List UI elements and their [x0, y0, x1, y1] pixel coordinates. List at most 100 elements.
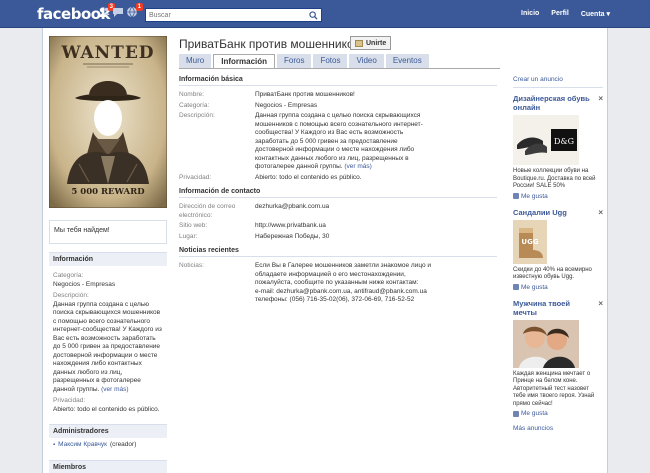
- info-row-news: Noticias: Если Вы в Галерее мошенников з…: [179, 262, 497, 305]
- left-desc-text: Данная группа создана с целью поиска скр…: [53, 300, 162, 393]
- website-label: Sitio web:: [179, 222, 208, 229]
- description-text: Данная группа создана с целью поиска скр…: [255, 112, 423, 170]
- privacy-label: Privacidad:: [179, 173, 212, 181]
- left-privacy-label: Privacidad:: [53, 397, 86, 404]
- description-see-more-link[interactable]: (ver más): [344, 163, 371, 170]
- friend-requests-icon[interactable]: 3: [98, 3, 115, 18]
- like-thumb-icon: [513, 284, 519, 290]
- ad-like-button[interactable]: Me gusta: [513, 410, 603, 417]
- left-info-heading: Información: [49, 252, 167, 266]
- ad-title-link[interactable]: Мужчина твоей мечты: [513, 299, 603, 317]
- admin-name-link[interactable]: Максим Кравчук: [58, 441, 107, 450]
- left-info-section: Información Categoría: Negocios - Empres…: [49, 252, 167, 417]
- news-heading: Noticias recientes: [179, 247, 497, 257]
- admin-role: (creador): [109, 441, 137, 448]
- info-row-place: Lugar: Набережная Победы, 30: [179, 233, 497, 242]
- tab-eventos[interactable]: Eventos: [385, 54, 429, 68]
- email-value: dezhurka@pbank.com.ua: [255, 203, 330, 210]
- search-input[interactable]: [146, 9, 306, 21]
- ad-item: Мужчина твоей мечты × Каждая женщина меч…: [513, 299, 603, 417]
- messages-icon[interactable]: [112, 6, 124, 18]
- like-thumb-icon: [513, 193, 519, 199]
- ad-like-label: Me gusta: [521, 192, 548, 200]
- tab-fotos[interactable]: Fotos: [313, 54, 348, 68]
- news-text-line3: телефоны: (056) 716-35-02(06), 372-06-69…: [255, 296, 415, 303]
- left-category-label: Categoría:: [53, 272, 84, 279]
- create-ad-link[interactable]: Crear un anuncio: [513, 76, 603, 88]
- close-icon[interactable]: ×: [598, 299, 603, 308]
- group-tabs: Muro Información Foros Fotos Video Event…: [179, 54, 429, 69]
- info-row-website: Sitio web: http://www.privatbank.ua: [179, 222, 497, 231]
- svg-text:D&G: D&G: [554, 137, 574, 146]
- info-row-email: Dirección de correo electrónico: dezhurk…: [179, 203, 497, 220]
- ad-item: Сандалии Ugg × UGG Скидки до 40% на всем…: [513, 208, 603, 291]
- ad-item: Дизайнерская обувь онлайн × D&G Новые ко…: [513, 94, 603, 200]
- info-row-name: Nombre: ПриватБанк против мошенников!: [179, 91, 497, 100]
- ad-like-button[interactable]: Me gusta: [513, 193, 603, 200]
- ad-like-label: Me gusta: [521, 283, 548, 291]
- status-box: Мы тебя найдем!: [49, 220, 167, 244]
- tab-divider: [179, 68, 500, 69]
- admins-section: Administradores ▪ Максим Кравчук (creado…: [49, 424, 167, 453]
- ad-title-link[interactable]: Сандалии Ugg: [513, 208, 603, 217]
- news-text-line2: e-mail: dezhurka@pbank.com.ua, antifraud…: [255, 287, 427, 295]
- description-label: Descripción:: [179, 112, 215, 119]
- ads-column: Crear un anuncio Дизайнерская обувь онла…: [513, 76, 603, 432]
- notifications-badge: 1: [135, 3, 143, 11]
- admins-heading: Administradores: [49, 424, 167, 438]
- tab-foros[interactable]: Foros: [277, 54, 312, 68]
- members-heading: Miembros: [49, 460, 167, 473]
- email-label: Dirección de correo electrónico:: [179, 203, 236, 219]
- info-row-category: Categoría: Negocios - Empresas: [179, 102, 497, 111]
- left-see-more-link[interactable]: (ver más): [101, 386, 128, 393]
- ad-title-link[interactable]: Дизайнерская обувь онлайн: [513, 94, 603, 112]
- ad-text: Каждая женщина мечтает о Принце на белом…: [513, 370, 595, 407]
- website-link[interactable]: http://www.privatbank.ua: [255, 222, 435, 231]
- place-value: Набережная Победы, 30: [255, 232, 330, 240]
- close-icon[interactable]: ×: [598, 208, 603, 217]
- wanted-poster-image: WANTED 5 000 REWARD: [49, 36, 167, 208]
- join-button-label: Unirte: [366, 39, 387, 47]
- admin-bullet-icon: ▪: [53, 442, 56, 448]
- nav-profile-link[interactable]: Perfil: [551, 10, 569, 18]
- news-text-line1: Если Вы в Галерее мошенников заметли зна…: [255, 262, 432, 286]
- poster-reward-text: 5 000 REWARD: [71, 187, 145, 197]
- left-desc-label: Descripción:: [53, 292, 89, 299]
- page-content: WANTED 5 000 REWARD Мы тебя найдем! Info…: [42, 28, 608, 473]
- ad-image-couple[interactable]: [513, 319, 579, 368]
- join-group-button[interactable]: Unirte: [350, 36, 392, 50]
- basic-info-heading: Información básica: [179, 76, 497, 86]
- category-label: Categoría:: [179, 101, 210, 109]
- ad-text: Скидки до 40% на всемирно известную обув…: [513, 266, 592, 281]
- left-category-link[interactable]: Negocios - Empresas: [53, 281, 163, 290]
- group-title: ПриватБанк против мошенников!: [179, 37, 364, 51]
- ad-image-shoes[interactable]: D&G: [513, 115, 579, 165]
- top-bar: facebook 3 1 Inicio Perfil Cuenta ▾: [0, 0, 650, 28]
- join-icon: [355, 39, 363, 47]
- tab-informacion[interactable]: Información: [213, 54, 276, 69]
- tab-video[interactable]: Video: [349, 54, 384, 68]
- nav-account-menu[interactable]: Cuenta ▾: [581, 10, 610, 18]
- tab-muro[interactable]: Muro: [179, 54, 212, 68]
- ad-image-ugg-boots[interactable]: UGG: [513, 219, 547, 264]
- like-thumb-icon: [513, 410, 519, 417]
- svg-text:UGG: UGG: [521, 238, 538, 246]
- more-ads-link[interactable]: Más anuncios: [513, 425, 603, 432]
- group-profile-picture[interactable]: WANTED 5 000 REWARD: [49, 36, 167, 208]
- search-icon[interactable]: [309, 11, 318, 20]
- ad-like-label: Me gusta: [521, 410, 548, 417]
- contact-info-heading: Información de contacto: [179, 188, 497, 198]
- name-label: Nombre:: [179, 91, 204, 98]
- notifications-globe-icon[interactable]: 1: [126, 3, 143, 18]
- name-value: ПриватБанк против мошенников!: [255, 91, 355, 98]
- top-nav: Inicio Perfil Cuenta ▾: [521, 10, 610, 18]
- info-main: Información básica Nombre: ПриватБанк пр…: [179, 76, 497, 307]
- poster-wanted-text: WANTED: [60, 43, 154, 63]
- search-box: [145, 8, 322, 22]
- close-icon[interactable]: ×: [598, 94, 603, 103]
- info-row-description: Descripción: Данная группа создана с цел…: [179, 112, 497, 172]
- place-label: Lugar:: [179, 232, 198, 240]
- nav-home-link[interactable]: Inicio: [521, 10, 539, 18]
- category-link[interactable]: Negocios - Empresas: [255, 102, 435, 111]
- ad-like-button[interactable]: Me gusta: [513, 284, 603, 291]
